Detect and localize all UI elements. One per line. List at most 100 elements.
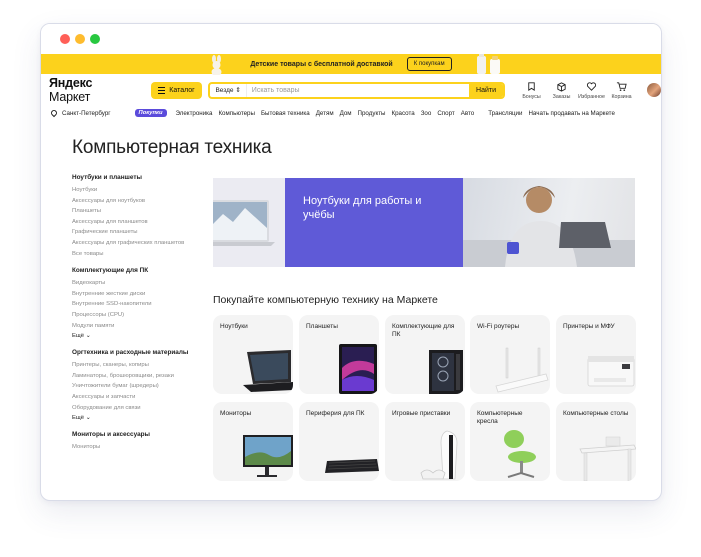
sidebar-item[interactable]: Модули памяти — [72, 321, 212, 332]
nav-item-auto[interactable]: Авто — [461, 110, 474, 117]
sidebar-group-title[interactable]: Ноутбуки и планшеты — [72, 174, 212, 181]
nav-item-groceries[interactable]: Продукты — [358, 110, 386, 117]
sidebar-group-laptops: Ноутбуки и планшеты Ноутбуки Аксессуары … — [72, 174, 212, 259]
baby-bottle-icon — [477, 54, 500, 74]
category-card-pc-components[interactable]: Комплектующие для ПК — [385, 315, 465, 394]
category-card-monitors[interactable]: Мониторы — [213, 402, 293, 481]
nav-item-start-selling[interactable]: Начать продавать на Маркете — [528, 110, 614, 117]
sidebar-group-title[interactable]: Оргтехника и расходные материалы — [72, 349, 212, 356]
category-card-wifi-routers[interactable]: Wi-Fi роутеры — [470, 315, 550, 394]
catalog-button[interactable]: Каталог — [150, 81, 203, 99]
city-selector[interactable]: Санкт-Петербург — [49, 108, 111, 118]
close-window-button[interactable] — [60, 34, 70, 44]
router-icon — [495, 347, 549, 393]
bonus-icon — [528, 81, 535, 91]
heart-icon — [586, 81, 597, 91]
nav-item-appliances[interactable]: Бытовая техника — [261, 110, 310, 117]
page-title: Компьютерная техника — [72, 137, 272, 158]
avatar[interactable] — [647, 83, 661, 97]
sidebar-item[interactable]: Аксессуары для графических планшетов — [72, 238, 212, 249]
sidebar-item[interactable]: Оборудование для связи — [72, 403, 212, 414]
promo-text: Детские товары с бесплатной доставкой — [250, 60, 393, 68]
card-label: Wi-Fi роутеры — [477, 323, 520, 330]
sidebar-item[interactable]: Ламинаторы, брошюровщики, резаки — [72, 371, 212, 382]
sidebar-item[interactable]: Планшеты — [72, 206, 212, 217]
sidebar-item[interactable]: Ноутбуки — [72, 185, 212, 196]
section-title: Покупайте компьютерную технику на Маркет… — [213, 294, 438, 306]
nav-item-electronics[interactable]: Электроника — [176, 110, 213, 117]
cart-icon — [616, 81, 627, 91]
favorites-button[interactable]: Избранное — [577, 81, 606, 100]
pc-case-icon — [429, 350, 463, 394]
sidebar-group-office: Оргтехника и расходные материалы Принтер… — [72, 349, 212, 423]
sidebar-item[interactable]: Внутренние SSD-накопители — [72, 299, 212, 310]
bonus-button[interactable]: Бонусы — [517, 81, 546, 100]
woman-with-laptop-image — [463, 178, 635, 267]
card-label: Ноутбуки — [220, 323, 248, 330]
menu-icon — [158, 86, 166, 94]
cart-button[interactable]: Корзина — [607, 81, 636, 100]
category-card-game-consoles[interactable]: Игровые приставки — [385, 402, 465, 481]
category-card-computer-chairs[interactable]: Компьютерные кресла — [470, 402, 550, 481]
nav-item-home[interactable]: Дом — [340, 110, 352, 117]
sidebar-item[interactable]: Все товары — [72, 249, 212, 260]
search-bar: Везде ⇕ Найти — [208, 81, 506, 99]
category-card-laptops[interactable]: Ноутбуки — [213, 315, 293, 394]
banner-text-panel: Ноутбуки для работы и учёбы — [285, 178, 463, 267]
desk-icon — [579, 436, 636, 481]
header-actions: Бонусы Заказы Избранное Корзина — [517, 81, 637, 100]
sidebar-more-link[interactable]: Ещё ⌄ — [72, 413, 212, 423]
card-label: Комплектующие для ПК — [392, 323, 455, 338]
sidebar-group-title[interactable]: Комплектующие для ПК — [72, 267, 212, 274]
nav-item-pets[interactable]: Зоо — [421, 110, 432, 117]
sidebar-group-monitors: Мониторы и аксессуары Мониторы — [72, 431, 212, 453]
sidebar-item[interactable]: Уничтожители бумаг (шредеры) — [72, 381, 212, 392]
sidebar-item[interactable]: Внутренние жесткие диски — [72, 289, 212, 300]
tablet-icon — [339, 344, 377, 394]
sidebar-item[interactable]: Аксессуары для ноутбуков — [72, 196, 212, 207]
sidebar-more-link[interactable]: Ещё ⌄ — [72, 331, 212, 341]
monitor-icon — [243, 435, 293, 477]
window-titlebar — [41, 24, 661, 54]
orders-button[interactable]: Заказы — [547, 81, 576, 100]
nav-item-sport[interactable]: Спорт — [437, 110, 454, 117]
sidebar-item[interactable]: Графические планшеты — [72, 227, 212, 238]
sidebar-item[interactable]: Аксессуары и запчасти — [72, 392, 212, 403]
card-label: Принтеры и МФУ — [563, 323, 615, 330]
bunny-toy-icon — [211, 55, 222, 75]
minimize-window-button[interactable] — [75, 34, 85, 44]
box-icon — [557, 81, 566, 92]
search-button[interactable]: Найти — [469, 83, 504, 97]
nav-item-broadcasts[interactable]: Трансляции — [488, 110, 522, 117]
sidebar-item[interactable]: Процессоры (CPU) — [72, 310, 212, 321]
search-input[interactable] — [246, 85, 470, 95]
card-label: Планшеты — [306, 323, 338, 330]
sidebar-group-title[interactable]: Мониторы и аксессуары — [72, 431, 212, 438]
maximize-window-button[interactable] — [90, 34, 100, 44]
purchases-badge[interactable]: Покупки — [134, 109, 167, 117]
chair-icon — [504, 430, 536, 478]
category-card-computer-desks[interactable]: Компьютерные столы — [556, 402, 636, 481]
browser-window: Детские товары с бесплатной доставкой К … — [40, 23, 662, 501]
sidebar-item[interactable]: Аксессуары для планшетов — [72, 217, 212, 228]
nav-item-beauty[interactable]: Красота — [392, 110, 415, 117]
banner-title: Ноутбуки для работы и учёбы — [303, 195, 422, 221]
sidebar-group-pc-components: Комплектующие для ПК Видеокарты Внутренн… — [72, 267, 212, 341]
yandex-market-logo[interactable]: Яндекс Маркет — [49, 76, 137, 104]
sidebar-item[interactable]: Принтеры, сканеры, копиры — [72, 360, 212, 371]
promo-banner[interactable]: Детские товары с бесплатной доставкой К … — [41, 54, 661, 75]
sidebar-item[interactable]: Мониторы — [72, 442, 212, 453]
category-card-peripherals[interactable]: Периферия для ПК — [299, 402, 379, 481]
category-card-printers[interactable]: Принтеры и МФУ — [556, 315, 636, 394]
keyboard-icon — [325, 459, 379, 473]
promo-shop-button[interactable]: К покупкам — [406, 57, 452, 71]
promo-laptops-banner[interactable]: Ноутбуки для работы и учёбы — [213, 178, 635, 267]
nav-item-computers[interactable]: Компьютеры — [218, 110, 254, 117]
laptop-icon — [243, 350, 293, 392]
nav-item-kids[interactable]: Детям — [316, 110, 334, 117]
card-label: Компьютерные столы — [563, 410, 629, 417]
category-card-tablets[interactable]: Планшеты — [299, 315, 379, 394]
sidebar-item[interactable]: Видеокарты — [72, 278, 212, 289]
card-label: Компьютерные кресла — [477, 410, 523, 425]
search-scope-select[interactable]: Везде ⇕ — [210, 83, 247, 97]
